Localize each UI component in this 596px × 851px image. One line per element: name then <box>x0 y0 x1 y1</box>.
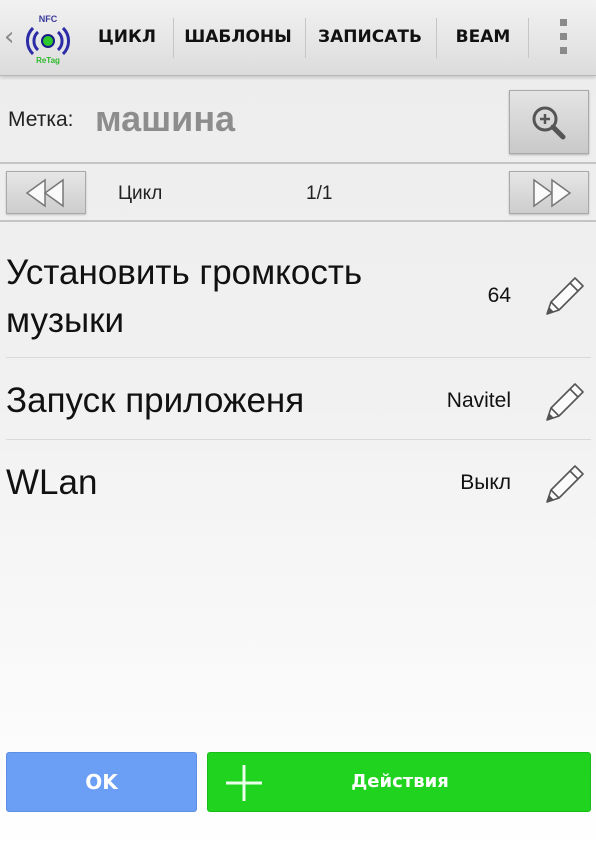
zoom-in-icon <box>532 106 566 140</box>
tab-divider <box>436 18 437 58</box>
tab-beam[interactable]: BEAM <box>440 0 526 74</box>
tab-divider <box>305 18 306 58</box>
back-chevron-icon[interactable]: ‹ <box>4 22 18 52</box>
action-item-volume[interactable]: Установить громкость музыки 64 <box>6 248 591 348</box>
tab-write[interactable]: ЗАПИСАТЬ <box>310 0 430 74</box>
tab-templates[interactable]: ШАБЛОНЫ <box>178 0 298 74</box>
cycle-navigation: Цикл 1/1 <box>0 164 596 220</box>
ok-button[interactable]: OK <box>6 752 197 812</box>
action-title: WLan <box>6 463 98 502</box>
row-divider <box>6 439 591 440</box>
tag-label-key: Метка: <box>8 108 74 131</box>
actions-button-label: Действия <box>351 771 449 792</box>
row-divider <box>6 357 591 358</box>
action-title: музыки <box>6 301 125 340</box>
action-title: Установить громкость <box>6 253 363 292</box>
tab-cycle[interactable]: ЦИКЛ <box>88 0 166 74</box>
tag-label-value[interactable]: машина <box>95 98 235 140</box>
actions-button[interactable]: Действия <box>207 752 591 812</box>
previous-button[interactable] <box>6 171 86 214</box>
cycle-label: Цикл <box>118 183 163 204</box>
zoom-search-button[interactable] <box>509 90 589 154</box>
nfc-retag-logo-icon[interactable]: NFC ReTag <box>18 10 78 66</box>
action-item-wlan[interactable]: WLan Выкл <box>6 456 591 516</box>
cycle-counter: 1/1 <box>306 183 333 204</box>
svg-text:NFC: NFC <box>39 14 58 24</box>
tag-label-row: Метка: машина <box>0 80 596 162</box>
next-button[interactable] <box>509 171 589 214</box>
action-value: 64 <box>487 284 511 307</box>
tab-divider <box>528 18 529 58</box>
action-bar: ‹ NFC ReTag ЦИКЛ ШАБЛОНЫ ЗАПИСАТЬ BEAM <box>0 0 596 76</box>
action-value: Выкл <box>460 471 511 494</box>
pencil-icon[interactable] <box>539 374 589 424</box>
overflow-menu-icon[interactable] <box>540 0 588 74</box>
pencil-icon[interactable] <box>539 456 589 506</box>
pencil-icon[interactable] <box>539 268 589 318</box>
tab-divider <box>173 18 174 58</box>
divider <box>0 220 596 222</box>
rewind-icon <box>25 178 64 208</box>
action-value: Navitel <box>446 389 511 412</box>
svg-text:ReTag: ReTag <box>36 56 60 65</box>
action-title: Запуск приложеня <box>6 381 305 420</box>
action-item-launch-app[interactable]: Запуск приложеня Navitel <box>6 374 591 434</box>
fast-forward-icon <box>533 178 572 208</box>
